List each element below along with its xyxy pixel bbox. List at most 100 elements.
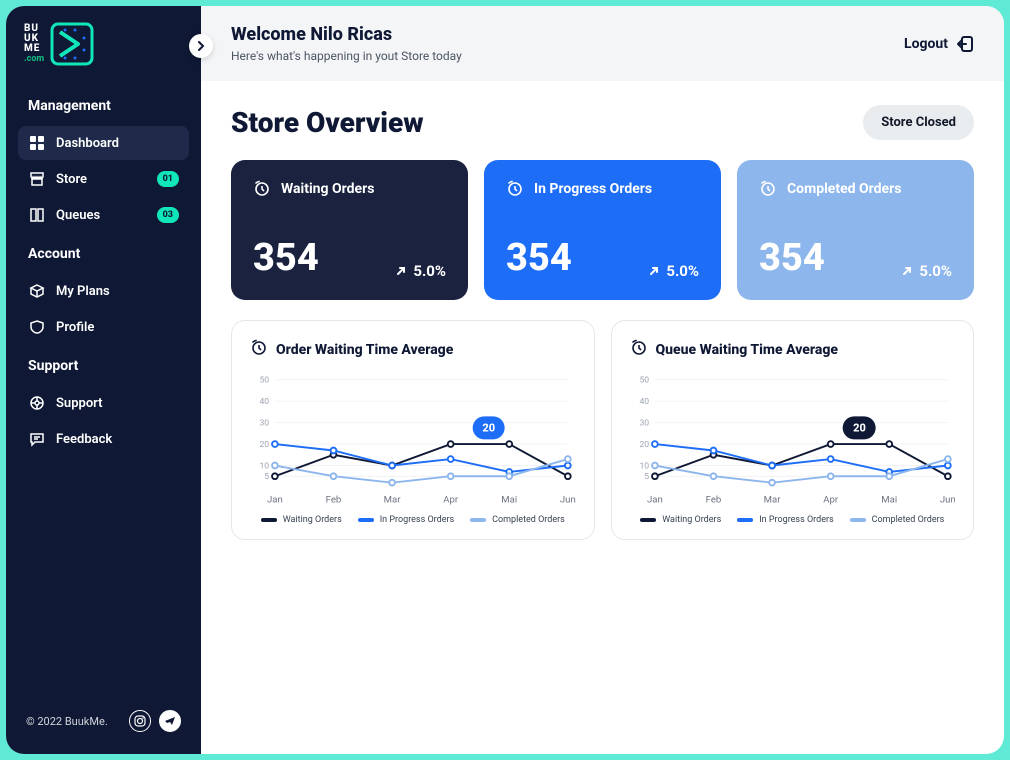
logout-button[interactable]: Logout bbox=[904, 35, 974, 53]
store-status-toggle[interactable]: Store Closed bbox=[863, 105, 974, 140]
legend-item: Completed Orders bbox=[470, 515, 565, 525]
sidebar-item-support[interactable]: Support bbox=[18, 386, 189, 420]
sidebar-collapse-button[interactable] bbox=[189, 34, 213, 58]
sidebar-section-title: Support bbox=[6, 346, 201, 384]
chart-svg: 51020304050JanFebMarAprMaiJun bbox=[250, 371, 576, 511]
content: Store Overview Store Closed Waiting Orde… bbox=[201, 81, 1004, 754]
main-area: Welcome Nilo Ricas Here's what's happeni… bbox=[201, 6, 1004, 754]
stat-card-in-progress-orders[interactable]: In Progress Orders 3545.0% bbox=[484, 160, 721, 300]
sidebar-item-store[interactable]: Store 01 bbox=[18, 162, 189, 196]
my-plans-icon bbox=[28, 282, 46, 300]
svg-text:20: 20 bbox=[639, 440, 649, 450]
svg-text:10: 10 bbox=[639, 461, 649, 471]
svg-text:20: 20 bbox=[259, 440, 269, 450]
sidebar-item-feedback[interactable]: Feedback bbox=[18, 422, 189, 456]
card-body: 3545.0% bbox=[253, 236, 446, 280]
sidebar-item-label: Dashboard bbox=[56, 136, 119, 151]
clock-refresh-icon bbox=[630, 339, 648, 357]
stat-card-waiting-orders[interactable]: Waiting Orders 3545.0% bbox=[231, 160, 468, 300]
legend-item: Waiting Orders bbox=[640, 515, 721, 525]
chart-title: Queue Waiting Time Average bbox=[630, 339, 956, 361]
chevron-right-icon bbox=[196, 41, 206, 51]
svg-text:Jan: Jan bbox=[647, 494, 663, 505]
chart-tooltip: 20 bbox=[843, 417, 876, 440]
svg-text:40: 40 bbox=[639, 397, 649, 407]
feedback-icon bbox=[28, 430, 46, 448]
sidebar-item-label: Queues bbox=[56, 208, 100, 223]
card-title: Completed Orders bbox=[787, 181, 901, 197]
logout-icon bbox=[956, 35, 974, 53]
svg-text:Jun: Jun bbox=[939, 494, 955, 505]
chart-tooltip: 20 bbox=[472, 417, 505, 440]
svg-text:30: 30 bbox=[639, 418, 649, 428]
app-root: BU UK ME .com Management Dashboard Store 01… bbox=[6, 6, 1004, 754]
svg-text:50: 50 bbox=[639, 376, 649, 386]
card-value: 354 bbox=[506, 236, 572, 280]
sidebar-section-title: Management bbox=[6, 86, 201, 124]
card-body: 3545.0% bbox=[506, 236, 699, 280]
svg-text:Mar: Mar bbox=[763, 494, 781, 505]
page-title: Store Overview bbox=[231, 106, 424, 139]
telegram-icon[interactable] bbox=[159, 710, 181, 732]
clock-refresh-icon bbox=[506, 180, 524, 198]
brand-mark-icon bbox=[50, 22, 94, 66]
sidebar-item-label: Store bbox=[56, 172, 87, 187]
svg-text:Feb: Feb bbox=[705, 494, 721, 505]
svg-text:10: 10 bbox=[259, 461, 269, 471]
sidebar-item-my-plans[interactable]: My Plans bbox=[18, 274, 189, 308]
chart-box-1: Queue Waiting Time Average 510 20 30 40 50 Jan… bbox=[611, 320, 975, 540]
sidebar-item-profile[interactable]: Profile bbox=[18, 310, 189, 344]
card-body: 354 5.0% bbox=[759, 236, 952, 280]
instagram-icon[interactable] bbox=[129, 710, 151, 732]
card-title: In Progress Orders bbox=[534, 181, 652, 197]
card-header: In Progress Orders bbox=[506, 180, 699, 198]
sidebar-footer: © 2022 BuukMe. bbox=[6, 710, 201, 738]
arrow-up-right-icon bbox=[648, 265, 660, 277]
chart-title: Order Waiting Time Average bbox=[250, 339, 576, 361]
chart-legend: Waiting OrdersIn Progress OrdersComplete… bbox=[250, 515, 576, 525]
svg-text:5: 5 bbox=[264, 472, 269, 482]
store-icon bbox=[28, 170, 46, 188]
sidebar: BU UK ME .com Management Dashboard Store 01… bbox=[6, 6, 201, 754]
arrow-up-right-icon bbox=[395, 265, 407, 277]
chart-plot-area: 51020304050JanFebMarAprMaiJun20 bbox=[630, 371, 956, 511]
svg-text:Jan: Jan bbox=[267, 494, 283, 505]
card-header: Completed Orders bbox=[759, 180, 952, 198]
dashboard-icon bbox=[28, 134, 46, 152]
sidebar-item-label: Profile bbox=[56, 320, 94, 335]
legend-item: In Progress Orders bbox=[358, 515, 454, 525]
svg-text:30: 30 bbox=[259, 418, 269, 428]
card-value: 354 bbox=[253, 236, 319, 280]
sidebar-item-label: My Plans bbox=[56, 284, 110, 299]
clock-refresh-icon bbox=[250, 339, 268, 357]
sidebar-badge: 01 bbox=[157, 171, 179, 187]
svg-text:Feb: Feb bbox=[326, 494, 342, 505]
clock-refresh-icon bbox=[759, 180, 777, 198]
logout-label: Logout bbox=[904, 36, 948, 52]
stat-card-completed-orders[interactable]: Completed Orders 354 5.0% bbox=[737, 160, 974, 300]
svg-text:40: 40 bbox=[259, 397, 269, 407]
svg-text:Apr: Apr bbox=[443, 494, 459, 505]
brand-logo[interactable]: BU UK ME .com bbox=[6, 22, 201, 86]
welcome-title: Welcome Nilo Ricas bbox=[231, 24, 462, 45]
stat-cards-row: Waiting Orders3545.0%In Progress Orders3… bbox=[231, 160, 974, 300]
sidebar-section-title: Account bbox=[6, 234, 201, 272]
brand-line-3: ME bbox=[24, 44, 44, 54]
sidebar-item-dashboard[interactable]: Dashboard bbox=[18, 126, 189, 160]
svg-text:Mai: Mai bbox=[881, 494, 897, 505]
topbar: Welcome Nilo Ricas Here's what's happeni… bbox=[201, 6, 1004, 81]
card-change: 5.0% bbox=[901, 262, 952, 280]
chart-plot-area: 51020304050JanFebMarAprMaiJun20 bbox=[250, 371, 576, 511]
card-title: Waiting Orders bbox=[281, 181, 374, 197]
card-value: 354 bbox=[759, 236, 825, 280]
sidebar-item-queues[interactable]: Queues03 bbox=[18, 198, 189, 232]
welcome-block: Welcome Nilo Ricas Here's what's happeni… bbox=[231, 24, 462, 63]
svg-text:Jun: Jun bbox=[560, 494, 576, 505]
welcome-subtitle: Here's what's happening in yout Store to… bbox=[231, 49, 462, 63]
svg-text:5: 5 bbox=[644, 472, 649, 482]
copyright-text: © 2022 BuukMe. bbox=[26, 715, 108, 728]
sidebar-item-label: Support bbox=[56, 396, 103, 411]
brand-text: BU UK ME .com bbox=[24, 24, 44, 64]
queues-icon bbox=[28, 206, 46, 224]
page-header: Store Overview Store Closed bbox=[231, 105, 974, 140]
